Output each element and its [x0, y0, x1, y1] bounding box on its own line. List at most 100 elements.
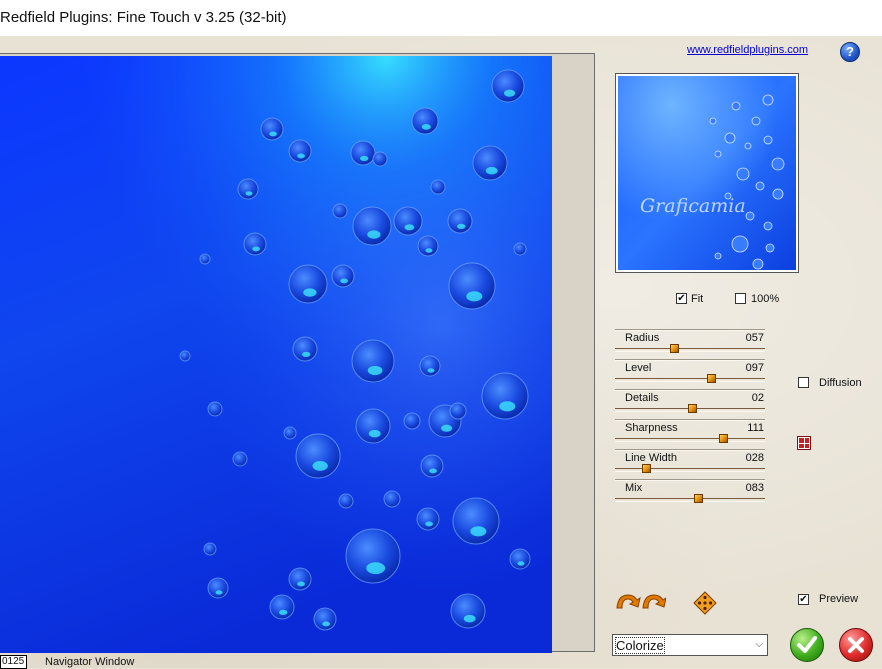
bubble	[331, 264, 355, 288]
bubble	[430, 179, 446, 195]
diffusion-label: Diffusion	[819, 377, 862, 389]
bubble	[295, 433, 341, 479]
slider-value[interactable]: 111	[747, 422, 764, 434]
slider-track[interactable]	[615, 378, 765, 382]
bubble	[448, 262, 496, 310]
thumbnail-bubble	[709, 117, 717, 125]
bubble	[269, 594, 295, 620]
ok-button[interactable]	[790, 628, 824, 662]
bubble	[481, 372, 529, 420]
slider-thumb[interactable]	[719, 434, 728, 443]
slider-separator	[615, 449, 765, 451]
navigator-bar: 0125 Navigator Window	[0, 652, 600, 669]
bubble	[351, 339, 395, 383]
bubble-highlight	[245, 191, 253, 196]
slider-details[interactable]: Details 02	[615, 389, 765, 420]
slider-thumb[interactable]	[688, 404, 697, 413]
bubble	[403, 412, 421, 430]
thumbnail-bubble	[736, 167, 750, 181]
bubble-highlight	[279, 609, 288, 616]
chevron-down-icon[interactable]: ⌵	[755, 639, 763, 650]
slider-value[interactable]: 057	[746, 332, 764, 344]
full-size-checkbox[interactable]	[735, 293, 746, 304]
zoom-field[interactable]: 0125	[0, 655, 27, 669]
thumbnail-bubble	[762, 94, 774, 106]
thumbnail-bubble	[714, 252, 722, 260]
slider-value[interactable]: 097	[746, 362, 764, 374]
thumbnail-bubble	[771, 157, 785, 171]
slider-sharpness[interactable]: Sharpness 111	[615, 419, 765, 450]
slider-thumb[interactable]	[670, 344, 679, 353]
slider-label: Radius	[625, 332, 660, 344]
thumbnail-bubble	[755, 181, 765, 191]
bubble-highlight	[297, 153, 305, 159]
bubble-highlight	[303, 288, 317, 297]
slider-mix[interactable]: Mix 083	[615, 479, 765, 510]
slider-value[interactable]: 028	[746, 452, 764, 464]
thumbnail-bubble	[744, 142, 752, 150]
thumbnail-bubble	[765, 243, 775, 253]
help-icon[interactable]: ?	[840, 42, 860, 62]
slider-separator	[615, 419, 765, 421]
bubble	[288, 139, 312, 163]
bubble	[232, 451, 248, 467]
slider-value[interactable]: 02	[752, 392, 764, 404]
bubble	[203, 542, 217, 556]
thumbnail-bubble	[763, 221, 773, 231]
redfield-website-link[interactable]: www.redfieldplugins.com	[687, 44, 808, 56]
slider-thumb[interactable]	[707, 374, 716, 383]
bubble	[420, 454, 444, 478]
mode-select[interactable]: Colorize ⌵	[612, 634, 768, 656]
bubble	[179, 350, 191, 362]
thumbnail-bubble	[772, 188, 784, 200]
bubble-highlight	[427, 368, 435, 373]
slider-separator	[615, 329, 765, 331]
slider-track[interactable]	[615, 348, 765, 352]
thumbnail-bubble	[731, 235, 749, 253]
slider-track[interactable]	[615, 468, 765, 472]
preview-image[interactable]	[0, 56, 552, 653]
bubble-highlight	[517, 561, 525, 566]
slider-track[interactable]	[615, 438, 765, 442]
bubble	[207, 577, 229, 599]
bubble	[513, 242, 527, 256]
diamond-dots-icon[interactable]	[693, 591, 717, 618]
bubble-highlight	[485, 166, 498, 175]
slider-label: Level	[625, 362, 652, 374]
slider-level[interactable]: Level 097	[615, 359, 765, 390]
slider-line-width[interactable]: Line Width 028	[615, 449, 765, 480]
fit-checkbox[interactable]: ✔	[676, 293, 687, 304]
bubble-highlight	[367, 230, 381, 239]
slider-radius[interactable]: Radius 057	[615, 329, 765, 360]
slider-separator	[615, 479, 765, 481]
preview-frame	[0, 53, 595, 653]
navigator-window-label[interactable]: Navigator Window	[45, 656, 134, 668]
diffusion-checkbox[interactable]	[798, 377, 809, 388]
rotate-arrows-icon[interactable]	[614, 590, 667, 615]
slider-value[interactable]: 083	[746, 482, 764, 494]
cancel-button[interactable]	[839, 628, 873, 662]
thumbnail-preview[interactable]: Graficamia	[615, 73, 799, 273]
bubble	[260, 117, 284, 141]
slider-label: Line Width	[625, 452, 677, 464]
bubble-highlight	[367, 365, 383, 376]
bubble	[491, 69, 525, 103]
checkmark-icon	[797, 636, 817, 653]
bubble-highlight	[252, 246, 260, 252]
bubble-highlight	[499, 401, 516, 412]
x-icon	[848, 637, 864, 653]
slider-thumb[interactable]	[642, 464, 651, 473]
slider-label: Sharpness	[625, 422, 678, 434]
bubble	[313, 607, 337, 631]
preview-checkbox[interactable]: ✔	[798, 594, 809, 605]
fit-label: Fit	[691, 293, 704, 305]
bubble	[292, 336, 318, 362]
thumbnail-bubble	[745, 211, 755, 221]
window-title: Redfield Plugins: Fine Touch v 3.25 (32-…	[0, 9, 287, 26]
bubble-highlight	[425, 248, 433, 253]
title-bar: Redfield Plugins: Fine Touch v 3.25 (32-…	[0, 0, 882, 36]
slider-thumb[interactable]	[694, 494, 703, 503]
red-grid-icon[interactable]	[797, 436, 811, 450]
slider-track[interactable]	[615, 498, 765, 502]
bubble	[419, 355, 441, 377]
